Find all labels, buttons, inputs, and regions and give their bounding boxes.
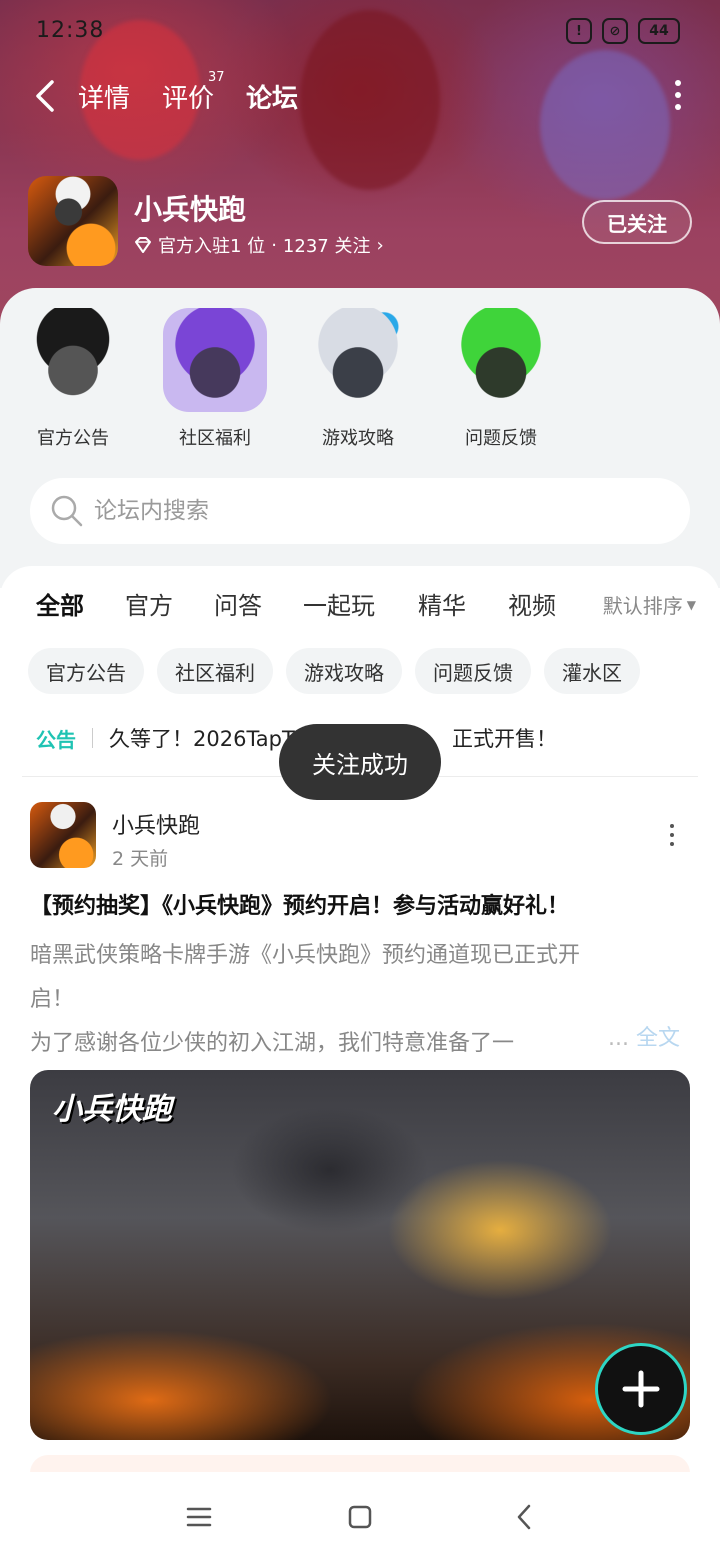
forum-feed: 全部 官方 问答 一起玩 精华 视频 默认排序 ▼ 官方公告 社区福利 游戏攻略… bbox=[0, 566, 720, 1476]
tab-details[interactable]: 详情 bbox=[78, 78, 130, 115]
read-more[interactable]: ... 全文 bbox=[608, 1020, 680, 1052]
more-dot-icon bbox=[670, 842, 674, 846]
status-icons: ! ⊘ 44 bbox=[566, 18, 680, 44]
sort-dropdown[interactable]: 默认排序 ▼ bbox=[603, 590, 696, 619]
status-time: 12:38 bbox=[36, 18, 105, 43]
category-label: 游戏攻略 bbox=[322, 428, 394, 449]
chip-game-guide[interactable]: 游戏攻略 bbox=[286, 648, 402, 694]
tab-forum[interactable]: 论坛 bbox=[246, 78, 298, 117]
filter-tab-play-together[interactable]: 一起玩 bbox=[303, 586, 375, 621]
signal-off-icon: ⊘ bbox=[602, 18, 628, 44]
post-time: 2 天前 bbox=[112, 848, 169, 870]
more-options-button[interactable] bbox=[672, 80, 684, 110]
avatar[interactable] bbox=[30, 802, 96, 868]
post-more-button[interactable] bbox=[668, 824, 676, 846]
announcement-text: 久等了！2026TapT bbox=[109, 727, 295, 751]
category-game-guide[interactable]: 游戏攻略 bbox=[303, 308, 413, 450]
status-bar: 12:38 ! ⊘ 44 bbox=[0, 0, 720, 62]
home-icon[interactable] bbox=[345, 1502, 375, 1532]
system-navigation-bar bbox=[0, 1472, 720, 1560]
announcement-tag: 公告 bbox=[36, 727, 76, 752]
chip-official-announcement[interactable]: 官方公告 bbox=[28, 648, 144, 694]
filter-tab-video[interactable]: 视频 bbox=[508, 586, 556, 621]
category-avatar-dark bbox=[21, 308, 125, 412]
chevron-left-icon bbox=[36, 80, 54, 112]
menu-icon[interactable] bbox=[184, 1502, 214, 1532]
announcement-separator bbox=[92, 728, 93, 748]
category-chips: 官方公告 社区福利 游戏攻略 问题反馈 灌水区 bbox=[28, 648, 640, 694]
official-count: 官方入驻1 位 bbox=[158, 236, 266, 257]
forum-category-panel: 官方公告 社区福利 游戏攻略 问题反馈 bbox=[0, 288, 720, 588]
toast-message: 关注成功 bbox=[279, 724, 441, 800]
category-avatar-purple bbox=[163, 308, 267, 412]
more-dot-icon bbox=[670, 833, 674, 837]
forum-search-bar[interactable] bbox=[30, 478, 690, 544]
more-dot-icon bbox=[670, 824, 674, 828]
post-image[interactable]: 小兵快跑 bbox=[30, 1070, 690, 1440]
plus-icon bbox=[622, 1370, 660, 1408]
filter-tab-official[interactable]: 官方 bbox=[125, 586, 173, 621]
follow-button[interactable]: 已关注 bbox=[582, 200, 692, 244]
battery-icon: 44 bbox=[638, 18, 680, 44]
category-community-welfare[interactable]: 社区福利 bbox=[160, 308, 270, 450]
category-label: 官方公告 bbox=[37, 428, 109, 449]
tab-reviews[interactable]: 评价 bbox=[162, 78, 214, 115]
caret-down-icon: ▼ bbox=[686, 597, 696, 612]
create-post-button[interactable] bbox=[595, 1343, 687, 1435]
more-dot-icon bbox=[675, 104, 681, 110]
category-official-announcement[interactable]: 官方公告 bbox=[18, 308, 128, 450]
post-title[interactable]: 【预约抽奖】《小兵快跑》预约开启！参与活动赢好礼！ bbox=[30, 888, 690, 920]
chevron-right-icon: › bbox=[376, 234, 384, 256]
category-label: 社区福利 bbox=[179, 428, 251, 449]
game-title: 小兵快跑 bbox=[134, 193, 247, 226]
filter-tab-all[interactable]: 全部 bbox=[36, 586, 84, 625]
diamond-icon bbox=[135, 237, 151, 253]
chip-chat-zone[interactable]: 灌水区 bbox=[544, 648, 640, 694]
filter-tab-qa[interactable]: 问答 bbox=[214, 586, 262, 621]
game-info: 小兵快跑 官方入驻1 位 · 1237 关注 › 已关注 bbox=[28, 176, 692, 268]
notification-icon: ! bbox=[566, 18, 592, 44]
category-avatar-green bbox=[449, 308, 553, 412]
category-feedback[interactable]: 问题反馈 bbox=[446, 308, 556, 450]
ellipsis: ... bbox=[608, 1026, 629, 1051]
back-icon[interactable] bbox=[510, 1502, 540, 1532]
sort-label: 默认排序 bbox=[602, 594, 683, 618]
search-input[interactable] bbox=[94, 478, 654, 544]
search-icon bbox=[51, 495, 83, 527]
read-more-link[interactable]: 全文 bbox=[636, 1026, 680, 1051]
game-meta[interactable]: 官方入驻1 位 · 1237 关注 › bbox=[134, 232, 384, 258]
meta-separator: · bbox=[271, 234, 277, 256]
top-nav: 详情 评价 37 论坛 bbox=[0, 70, 720, 126]
post-body[interactable]: 暗黑武侠策略卡牌手游《小兵快跑》预约通道现已正式开 启！ 为了感谢各位少侠的初入… bbox=[30, 934, 690, 1066]
post-author[interactable]: 小兵快跑 bbox=[112, 808, 200, 840]
chip-feedback[interactable]: 问题反馈 bbox=[415, 648, 531, 694]
chip-community-welfare[interactable]: 社区福利 bbox=[157, 648, 273, 694]
game-icon[interactable] bbox=[28, 176, 118, 266]
post-body-line: 暗黑武侠策略卡牌手游《小兵快跑》预约通道现已正式开 bbox=[30, 943, 581, 968]
filter-tabs: 全部 官方 问答 一起玩 精华 视频 默认排序 ▼ bbox=[0, 586, 720, 626]
image-logo: 小兵快跑 bbox=[52, 1092, 172, 1127]
category-label: 问题反馈 bbox=[465, 428, 537, 449]
more-dot-icon bbox=[675, 80, 681, 86]
game-header: 12:38 ! ⊘ 44 详情 评价 37 论坛 小兵快跑 官方入驻1 位 · … bbox=[0, 0, 720, 330]
announcement-text-tail: 正式开售！ bbox=[452, 727, 557, 751]
reviews-count-badge: 37 bbox=[208, 70, 225, 85]
category-avatar-silver bbox=[306, 308, 410, 412]
post-body-line: 启！ bbox=[30, 987, 75, 1012]
filter-tab-featured[interactable]: 精华 bbox=[418, 586, 466, 621]
followers-count: 1237 关注 bbox=[282, 236, 371, 257]
back-button[interactable] bbox=[28, 76, 64, 116]
more-dot-icon bbox=[675, 92, 681, 98]
post-body-line: 为了感谢各位少侠的初入江湖，我们特意准备了一 bbox=[30, 1031, 515, 1056]
